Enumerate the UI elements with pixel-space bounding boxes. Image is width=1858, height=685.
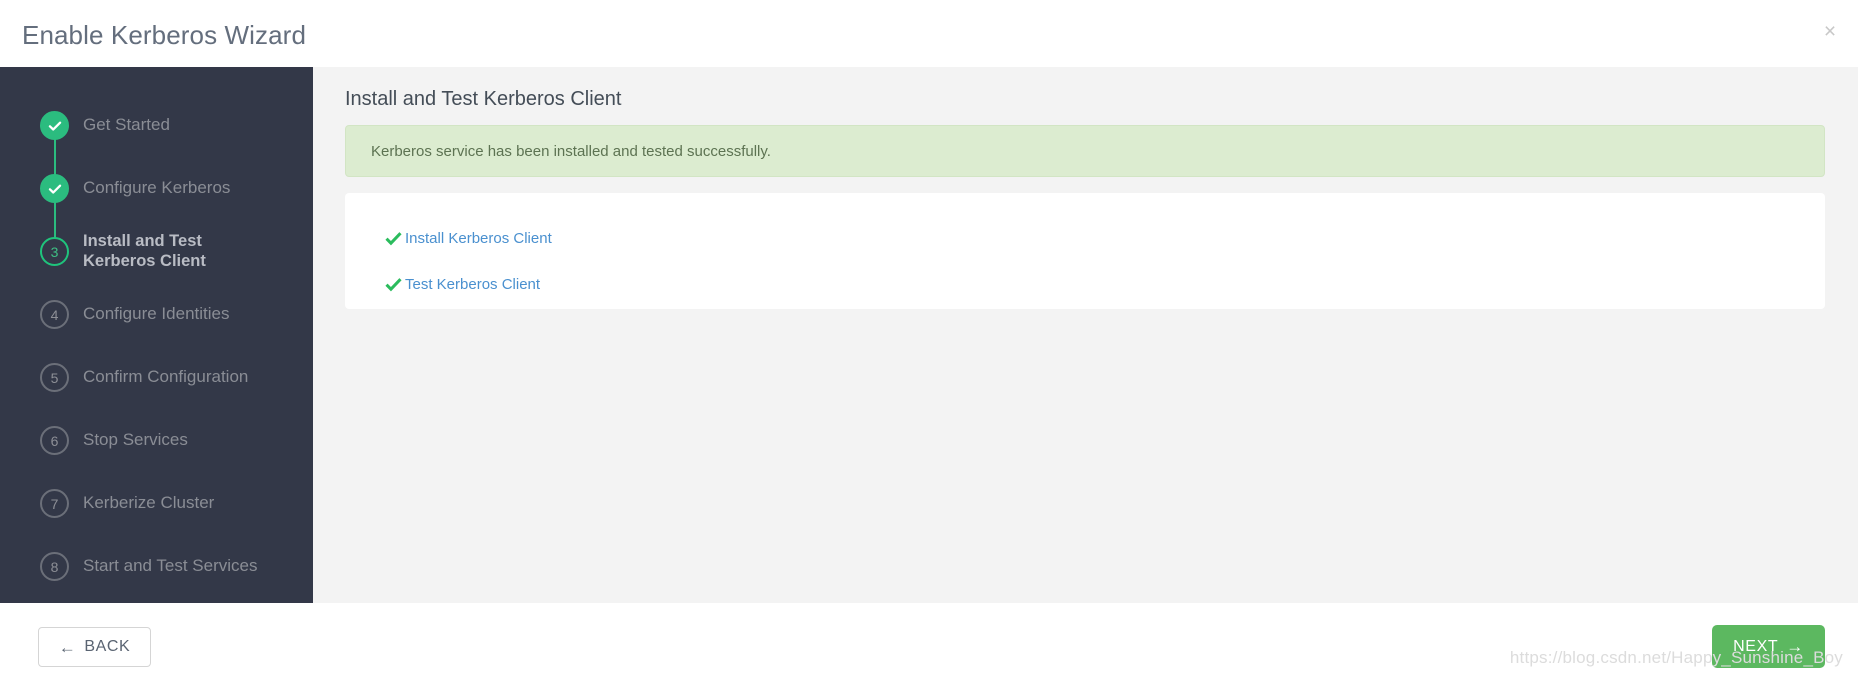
arrow-left-icon: ← bbox=[58, 637, 77, 657]
wizard-footer: ← BACK NEXT → bbox=[0, 603, 1858, 685]
next-button[interactable]: NEXT → bbox=[1712, 625, 1825, 668]
close-icon[interactable]: × bbox=[1816, 18, 1844, 46]
wizard-header: Enable Kerberos Wizard × bbox=[0, 0, 1858, 67]
task-row: Install Kerberos Client bbox=[345, 215, 1825, 261]
step-marker-3: 3 bbox=[40, 237, 69, 266]
success-alert-message: Kerberos service has been installed and … bbox=[371, 142, 771, 160]
back-button-label: BACK bbox=[84, 638, 131, 655]
wizard-body: Get Started Configure Kerberos 3 Install… bbox=[0, 67, 1858, 603]
wizard-sidebar: Get Started Configure Kerberos 3 Install… bbox=[0, 67, 313, 603]
check-icon bbox=[48, 184, 61, 194]
content-heading: Install and Test Kerberos Client bbox=[345, 88, 622, 110]
sidebar-item-label: Stop Services bbox=[83, 430, 188, 450]
sidebar-item-label: Configure Kerberos bbox=[83, 178, 231, 198]
sidebar-item-label: Get Started bbox=[83, 115, 170, 135]
check-icon bbox=[385, 277, 402, 291]
arrow-right-icon: → bbox=[1786, 637, 1804, 656]
task-link-install-kerberos-client[interactable]: Install Kerberos Client bbox=[405, 230, 552, 247]
back-button[interactable]: ← BACK bbox=[38, 627, 151, 667]
sidebar-item-configure-identities[interactable]: 4 Configure Identities bbox=[0, 283, 313, 346]
sidebar-item-start-and-test-services[interactable]: 8 Start and Test Services bbox=[0, 535, 313, 598]
sidebar-item-confirm-configuration[interactable]: 5 Confirm Configuration bbox=[0, 346, 313, 409]
sidebar-item-stop-services[interactable]: 6 Stop Services bbox=[0, 409, 313, 472]
sidebar-item-label: Start and Test Services bbox=[83, 556, 258, 576]
step-marker-6: 6 bbox=[40, 426, 69, 455]
page-title: Enable Kerberos Wizard bbox=[22, 20, 306, 50]
wizard-step-list: Get Started Configure Kerberos 3 Install… bbox=[0, 94, 313, 598]
check-icon bbox=[385, 231, 402, 245]
sidebar-item-configure-kerberos[interactable]: Configure Kerberos bbox=[0, 157, 313, 220]
step-marker-4: 4 bbox=[40, 300, 69, 329]
sidebar-item-label: Confirm Configuration bbox=[83, 367, 249, 387]
enable-kerberos-wizard: Enable Kerberos Wizard × Get Started Con… bbox=[0, 0, 1858, 685]
step-marker-8: 8 bbox=[40, 552, 69, 581]
success-alert: Kerberos service has been installed and … bbox=[345, 125, 1825, 177]
step-marker-1 bbox=[40, 111, 69, 140]
step-marker-7: 7 bbox=[40, 489, 69, 518]
sidebar-item-label: Kerberize Cluster bbox=[83, 493, 215, 513]
check-icon bbox=[48, 121, 61, 131]
sidebar-item-kerberize-cluster[interactable]: 7 Kerberize Cluster bbox=[0, 472, 313, 535]
wizard-content: Install and Test Kerberos Client Kerbero… bbox=[313, 67, 1858, 603]
step-marker-5: 5 bbox=[40, 363, 69, 392]
task-panel: Install Kerberos Client Test Kerberos Cl… bbox=[345, 193, 1825, 309]
task-row: Test Kerberos Client bbox=[345, 261, 1825, 307]
sidebar-item-label: Configure Identities bbox=[83, 304, 230, 324]
step-marker-2 bbox=[40, 174, 69, 203]
task-link-test-kerberos-client[interactable]: Test Kerberos Client bbox=[405, 276, 540, 293]
sidebar-item-label: Install and Test Kerberos Client bbox=[83, 232, 206, 270]
sidebar-item-get-started[interactable]: Get Started bbox=[0, 94, 313, 157]
sidebar-item-install-and-test-kerberos-client[interactable]: 3 Install and Test Kerberos Client bbox=[0, 220, 313, 283]
next-button-label: NEXT bbox=[1733, 637, 1779, 655]
